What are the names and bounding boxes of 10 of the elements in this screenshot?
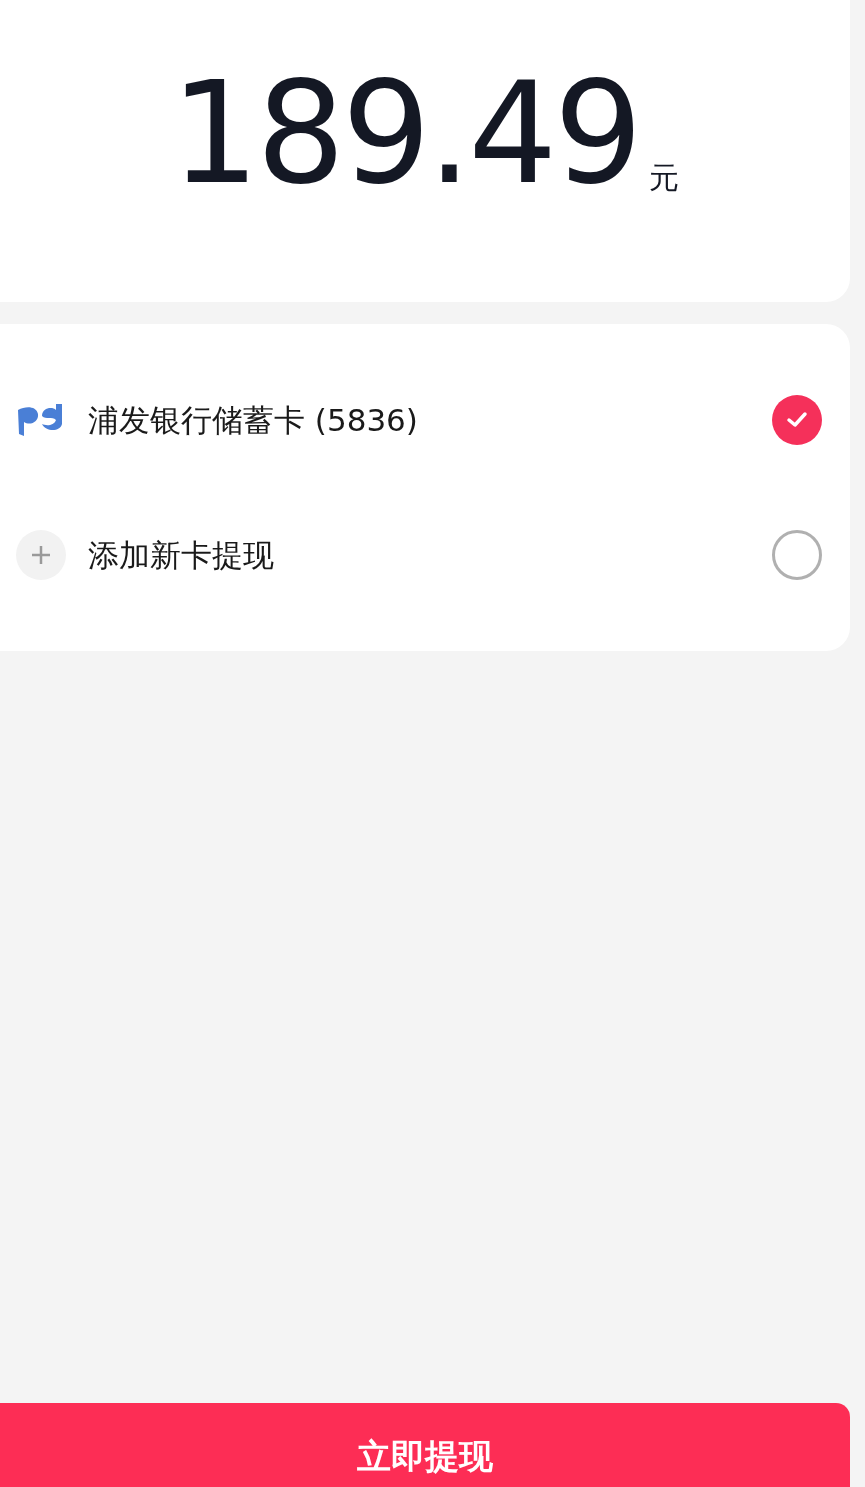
card-option-label[interactable]: 添加新卡提现 [88,531,772,579]
withdraw-button[interactable]: 立即提现 [0,1403,850,1487]
bank-logo-icon [16,402,64,438]
selected-radio[interactable] [772,395,822,445]
card-option-label[interactable]: 浦发银行储蓄卡 (5836) [88,396,772,444]
currency-unit: 元 [649,159,680,197]
plus-icon [16,530,66,580]
radio-button[interactable] [772,530,822,580]
checkmark-icon [786,411,808,429]
amount-value: 189.49 [170,64,640,204]
